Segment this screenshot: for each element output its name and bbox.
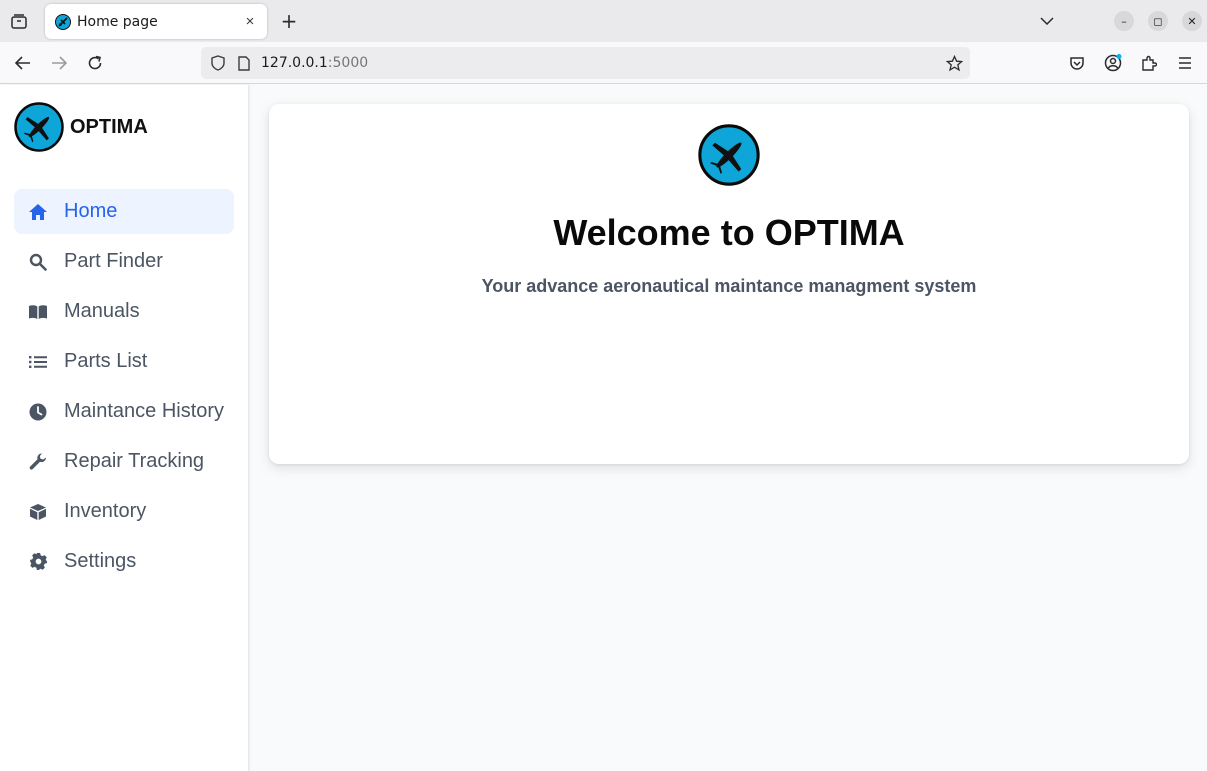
minimize-button[interactable]: – [1114, 11, 1134, 31]
sidebar-item-manuals[interactable]: Manuals [14, 289, 234, 334]
sidebar-item-settings[interactable]: Settings [14, 539, 234, 584]
url-host: 127.0.0.1 [261, 55, 328, 71]
sidebar-item-parts-list[interactable]: Parts List [14, 339, 234, 384]
pocket-icon[interactable] [1066, 52, 1088, 74]
tab-close-icon[interactable]: × [243, 13, 257, 30]
home-icon [28, 202, 48, 222]
forward-icon[interactable] [48, 52, 70, 74]
bookmark-star-icon[interactable] [944, 53, 964, 73]
sidebar-item-label: Home [64, 200, 118, 222]
sidebar-item-maintance-history[interactable]: Maintance History [14, 389, 234, 434]
url-bar[interactable]: 127.0.0.1:5000 [201, 47, 970, 79]
sidebar-item-part-finder[interactable]: Part Finder [14, 239, 234, 284]
reload-icon[interactable] [84, 52, 106, 74]
box-icon [28, 502, 48, 522]
menu-icon[interactable] [1174, 52, 1196, 74]
restore-button[interactable]: ◻ [1148, 11, 1168, 31]
list-icon [28, 352, 48, 372]
sidebar-item-label: Inventory [64, 500, 147, 522]
sidebar-item-home[interactable]: Home [14, 189, 234, 234]
browser-tab-bar: Home page × + – ◻ ✕ [0, 0, 1207, 42]
airplane-favicon-icon [55, 13, 71, 30]
wrench-icon [28, 452, 48, 472]
sidebar: OPTIMA Home Part Finder Manuals Parts Li… [0, 85, 249, 771]
brand-name: OPTIMA [70, 115, 148, 138]
shield-icon[interactable] [209, 54, 227, 72]
tab-title: Home page [77, 13, 158, 30]
airplane-logo-icon [698, 124, 760, 186]
account-icon[interactable] [1102, 52, 1124, 74]
new-tab-button[interactable]: + [278, 9, 300, 33]
sidebar-item-label: Parts List [64, 350, 148, 372]
back-icon[interactable] [12, 52, 34, 74]
book-icon [28, 302, 48, 322]
sidebar-item-label: Maintance History [64, 400, 225, 422]
url-port: :5000 [327, 55, 369, 71]
sidebar-item-repair-tracking[interactable]: Repair Tracking [14, 439, 234, 484]
welcome-card: Welcome to OPTIMA Your advance aeronauti… [269, 104, 1189, 464]
tab-overview-icon[interactable] [8, 11, 30, 31]
gear-icon [28, 552, 48, 572]
clock-icon [28, 402, 48, 422]
sidebar-item-label: Settings [64, 550, 137, 572]
airplane-logo-icon [14, 102, 64, 152]
browser-nav-bar: 127.0.0.1:5000 [0, 42, 1207, 84]
list-all-tabs-icon[interactable] [1036, 11, 1058, 31]
search-icon [28, 252, 48, 272]
sidebar-item-inventory[interactable]: Inventory [14, 489, 234, 534]
sidebar-item-label: Part Finder [64, 250, 163, 272]
page-subtitle: Your advance aeronautical maintance mana… [481, 276, 977, 296]
extensions-icon[interactable] [1138, 52, 1160, 74]
page-title: Welcome to OPTIMA [553, 212, 905, 253]
page-icon [235, 54, 253, 72]
sidebar-item-label: Manuals [64, 300, 140, 322]
brand[interactable]: OPTIMA [14, 102, 148, 152]
browser-tab[interactable]: Home page × [45, 4, 267, 39]
sidebar-item-label: Repair Tracking [64, 450, 205, 472]
close-window-button[interactable]: ✕ [1182, 11, 1202, 31]
